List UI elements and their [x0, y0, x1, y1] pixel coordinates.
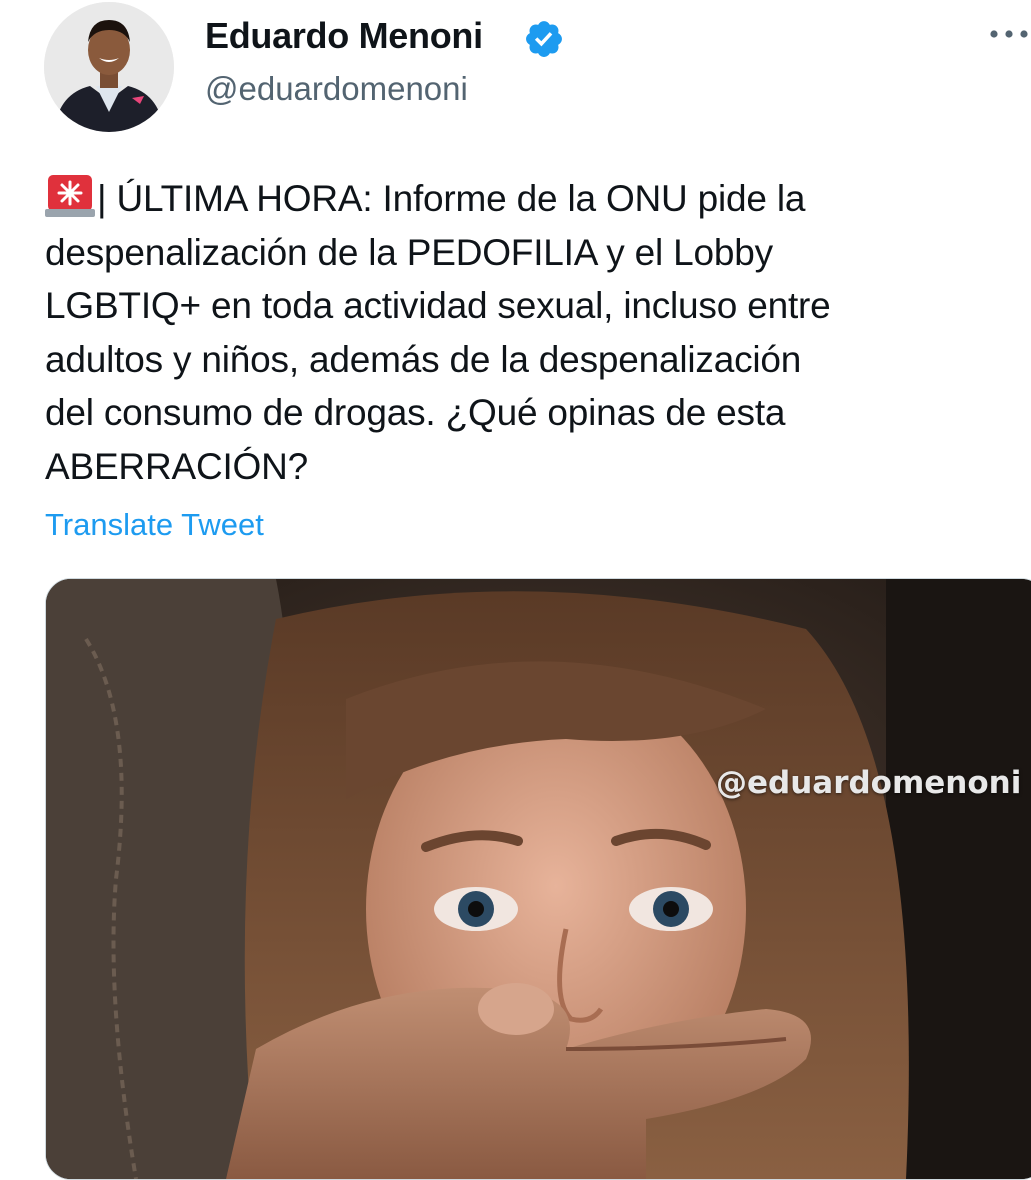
tweet-text: | ÚLTIMA HORA: Informe de la ONU pide la… — [45, 172, 1031, 493]
tweet-text-line-content: | ÚLTIMA HORA: Informe de la ONU pide la — [97, 178, 806, 219]
translate-tweet-link[interactable]: Translate Tweet — [45, 504, 264, 546]
author-handle[interactable]: @eduardomenoni — [205, 68, 468, 110]
tweet-text-line: del consumo de drogas. ¿Qué opinas de es… — [45, 392, 786, 433]
tweet-text-line: adultos y niños, además de la despenaliz… — [45, 338, 802, 380]
more-options-icon[interactable] — [988, 24, 1030, 44]
verified-badge-icon — [523, 18, 565, 60]
tweet-text-line: | ÚLTIMA HORA: Informe de la ONU pide la — [45, 172, 1031, 226]
tweet-text-line: despenalización de la PEDOFILIA y el Lob… — [45, 231, 773, 273]
image-watermark: @eduardomenoni — [716, 765, 1022, 801]
avatar[interactable] — [44, 2, 174, 132]
tweet-text-line: ABERRACIÓN? — [45, 445, 309, 487]
tweet-media-image[interactable]: @eduardomenoni — [45, 578, 1031, 1180]
author-display-name[interactable]: Eduardo Menoni — [205, 14, 483, 58]
tweet-text-line: LGBTIQ+ en toda actividad sexual, inclus… — [45, 285, 831, 326]
police-siren-icon — [45, 173, 95, 217]
